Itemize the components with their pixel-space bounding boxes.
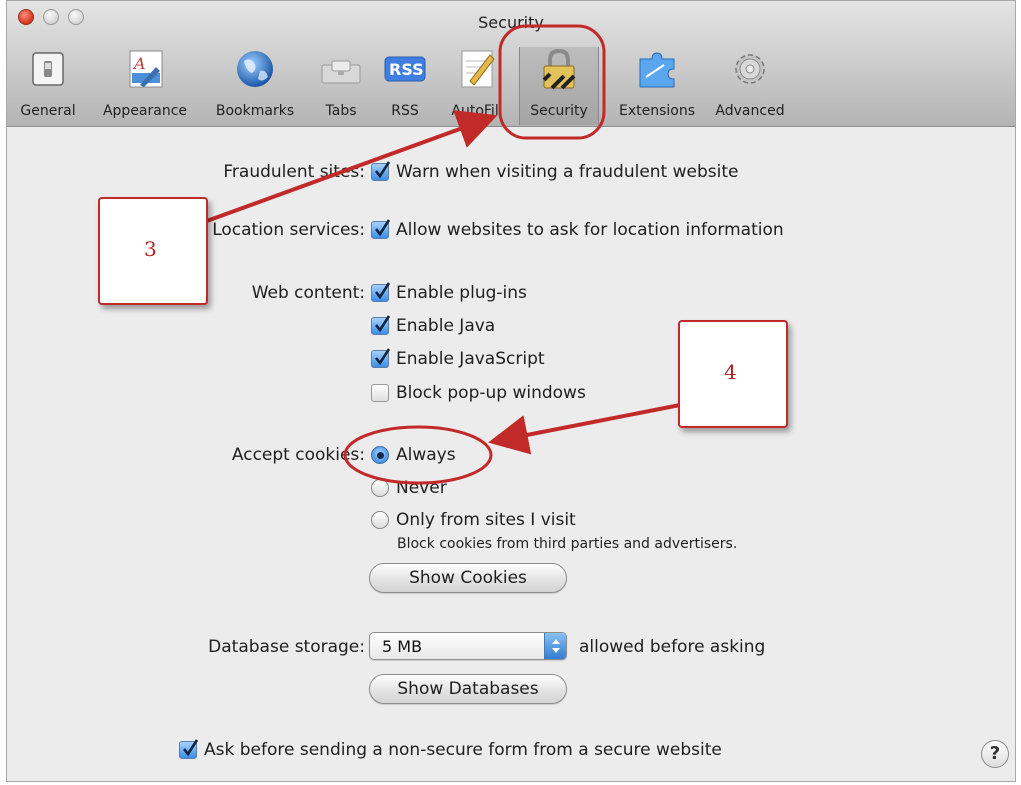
enable-javascript-option[interactable]: Enable JavaScript [371,348,545,369]
tabs-icon [321,60,361,84]
database-storage-select[interactable]: 5 MB [369,632,567,660]
svg-text:A: A [132,54,146,73]
globe-icon [237,51,273,87]
toolbar-extensions[interactable]: Extensions [611,47,703,125]
rss-icon: RSS [384,56,426,82]
fraudulent-warning-option[interactable]: Warn when visiting a fraudulent website [371,161,739,182]
database-storage-value: 5 MB [382,637,423,656]
cookies-never-text: Never [396,478,447,498]
block-popups-option[interactable]: Block pop-up windows [371,383,586,403]
lock-icon [542,48,576,90]
enable-java-option[interactable]: Enable Java [371,315,496,336]
window-title: Security [478,13,544,32]
cookies-note: Block cookies from third parties and adv… [397,536,738,552]
toolbar-tabs[interactable]: Tabs [313,47,369,125]
enable-javascript-checkbox[interactable] [371,348,391,368]
toolbar-autofill[interactable]: AutoFill [441,47,513,125]
toolbar-label-tabs: Tabs [325,103,357,119]
pencil-icon [461,50,495,88]
cookies-never-option[interactable]: Never [371,478,447,498]
database-storage-suffix: allowed before asking [579,637,766,657]
accept-cookies-label: Accept cookies: [231,445,365,465]
gear-icon [735,54,765,84]
toolbar-label-autofill: AutoFill [451,103,503,119]
nonsecure-form-text: Ask before sending a non-secure form fro… [204,740,722,760]
preferences-window: Security General A Appearance Bookmarks … [6,0,1016,782]
callout-step-3-number: 3 [144,237,157,261]
callout-step-4: 4 [678,320,788,428]
show-cookies-button[interactable]: Show Cookies [369,563,567,593]
toolbar-bookmarks[interactable]: Bookmarks [205,47,305,125]
location-services-label: Location services: [212,220,365,240]
enable-plugins-text: Enable plug-ins [396,283,527,303]
appearance-font-icon: A [129,50,163,88]
svg-text:RSS: RSS [389,60,424,79]
cookies-always-option[interactable]: Always [371,445,456,465]
nonsecure-form-option[interactable]: Ask before sending a non-secure form fro… [179,739,722,760]
toolbar-security[interactable]: Security [519,47,599,125]
toolbar-label-rss: RSS [391,103,419,119]
cookies-visited-radio[interactable] [371,511,389,529]
location-services-text: Allow websites to ask for location infor… [396,220,784,240]
toolbar-advanced[interactable]: Advanced [707,47,793,125]
cookies-never-radio[interactable] [371,479,389,497]
fraudulent-warning-text: Warn when visiting a fraudulent website [396,162,739,182]
stepper-arrows-icon [544,633,566,659]
toolbar-label-appearance: Appearance [102,103,188,119]
toolbar-label-bookmarks: Bookmarks [215,103,295,119]
toolbar-label-general: General [20,103,76,119]
cookies-always-text: Always [396,445,456,465]
cookies-visited-option[interactable]: Only from sites I visit [371,510,576,530]
callout-step-4-number: 4 [724,360,737,384]
toolbar-general[interactable]: General [15,47,81,125]
enable-java-text: Enable Java [396,316,496,336]
enable-plugins-checkbox[interactable] [371,282,391,302]
fraudulent-sites-label: Fraudulent sites: [223,162,365,182]
toolbar-label-security: Security [530,103,588,119]
show-databases-button[interactable]: Show Databases [369,674,567,704]
puzzle-icon [639,52,675,88]
location-services-option[interactable]: Allow websites to ask for location infor… [371,219,784,240]
enable-java-checkbox[interactable] [371,315,391,335]
block-popups-text: Block pop-up windows [396,383,586,403]
location-services-checkbox[interactable] [371,219,391,239]
fraudulent-warning-checkbox[interactable] [371,161,391,181]
block-popups-checkbox[interactable] [371,384,389,402]
enable-javascript-text: Enable JavaScript [396,349,545,369]
toolbar-label-extensions: Extensions [618,103,696,119]
cookies-visited-text: Only from sites I visit [396,510,576,530]
toolbar-label-advanced: Advanced [715,103,785,119]
toolbar-rss[interactable]: RSS RSS [377,47,433,125]
enable-plugins-option[interactable]: Enable plug-ins [371,282,527,303]
cookies-always-radio[interactable] [371,446,389,464]
database-storage-label: Database storage: [208,637,365,657]
general-switch-icon [32,52,64,86]
toolbar-appearance[interactable]: A Appearance [95,47,195,125]
nonsecure-form-checkbox[interactable] [179,739,199,759]
help-button[interactable]: ? [981,740,1009,768]
title-bar: Security General A Appearance Bookmarks … [7,1,1015,127]
web-content-label: Web content: [251,283,365,303]
callout-step-3: 3 [98,197,208,305]
